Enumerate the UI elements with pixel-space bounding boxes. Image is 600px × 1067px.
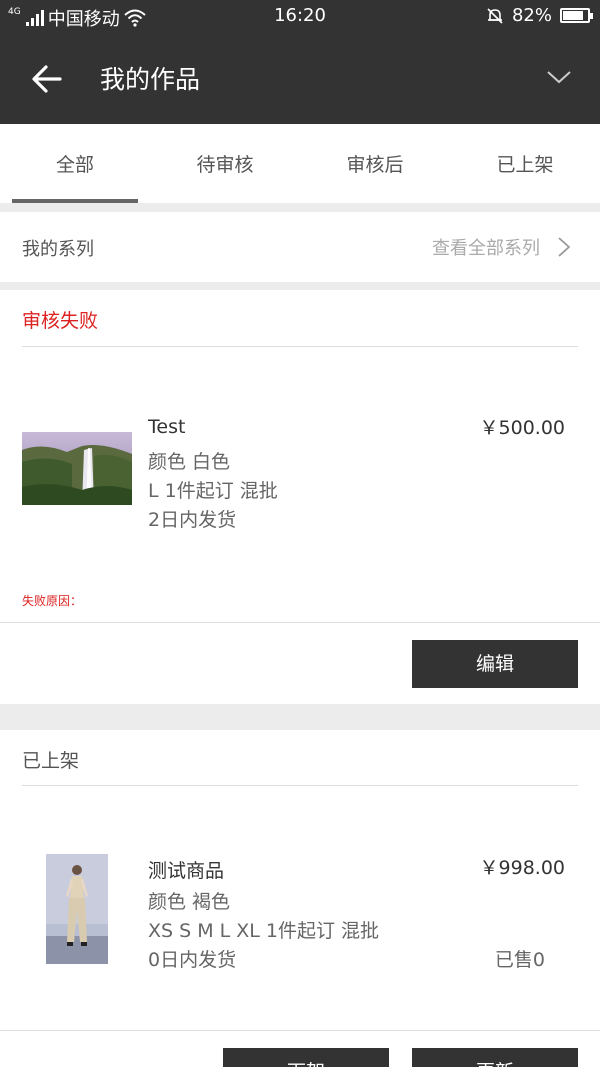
tab-pending-review[interactable]: 待审核 xyxy=(150,124,300,203)
fashion-model-image xyxy=(46,854,108,964)
status-bar: 4G 中国移动 16:20 82% xyxy=(0,0,600,34)
section-divider xyxy=(22,785,578,786)
product-shipping: 2日内发货 xyxy=(148,509,237,531)
delist-button[interactable]: 下架 xyxy=(223,1048,389,1067)
page-title: 我的作品 xyxy=(100,65,201,94)
tab-listed[interactable]: 已上架 xyxy=(450,124,600,203)
edit-button[interactable]: 编辑 xyxy=(412,640,578,688)
update-button[interactable]: 更新 xyxy=(412,1048,578,1067)
status-right: 82% xyxy=(486,5,593,26)
product-order-info: L 1件起订 混批 xyxy=(148,480,278,502)
battery-fill xyxy=(563,11,583,20)
tab-reviewed[interactable]: 审核后 xyxy=(300,124,450,203)
product-color: 颜色 白色 xyxy=(148,451,231,473)
chevron-down-icon[interactable] xyxy=(546,64,572,90)
back-arrow-icon[interactable] xyxy=(30,62,64,96)
product-price: ￥998.00 xyxy=(479,857,565,879)
my-series-row[interactable]: 我的系列 查看全部系列 xyxy=(0,212,600,282)
view-all-series-link[interactable]: 查看全部系列 xyxy=(432,234,570,260)
section-divider xyxy=(22,346,578,347)
card-footer-divider xyxy=(0,1030,600,1031)
app-header: 我的作品 xyxy=(0,34,600,124)
my-series-label: 我的系列 xyxy=(22,239,94,260)
mute-bell-icon xyxy=(487,7,503,24)
tab-all[interactable]: 全部 xyxy=(0,124,150,203)
review-failed-card: 审核失败 Test 颜色 白色 L 1件起订 混批 2日内发货 ￥500.00 … xyxy=(0,290,600,704)
section-heading: 审核失败 xyxy=(22,310,99,332)
waterfall-landscape-image xyxy=(22,432,132,505)
product-name[interactable]: 测试商品 xyxy=(148,856,224,883)
tab-bar: 全部 待审核 审核后 已上架 xyxy=(0,124,600,203)
product-image[interactable] xyxy=(22,432,132,505)
view-all-series-label: 查看全部系列 xyxy=(432,238,540,259)
card-footer-divider xyxy=(0,622,600,623)
product-image[interactable] xyxy=(46,854,108,964)
product-color: 颜色 褐色 xyxy=(148,891,231,913)
listed-card: 已上架 测试商品 颜色 褐色 XS S M L XL 1件起订 混批 0日内发货… xyxy=(0,730,600,1067)
product-price: ￥500.00 xyxy=(479,417,565,439)
section-heading: 已上架 xyxy=(22,750,80,772)
product-order-info: XS S M L XL 1件起订 混批 xyxy=(148,920,380,942)
battery-icon xyxy=(560,8,593,23)
product-name[interactable]: Test xyxy=(148,416,185,438)
battery-percent: 82% xyxy=(511,5,552,26)
sold-count: 已售0 xyxy=(494,949,545,971)
fail-reason-label: 失败原因： xyxy=(22,594,83,608)
product-shipping: 0日内发货 xyxy=(148,949,237,971)
chevron-right-icon xyxy=(558,237,570,257)
